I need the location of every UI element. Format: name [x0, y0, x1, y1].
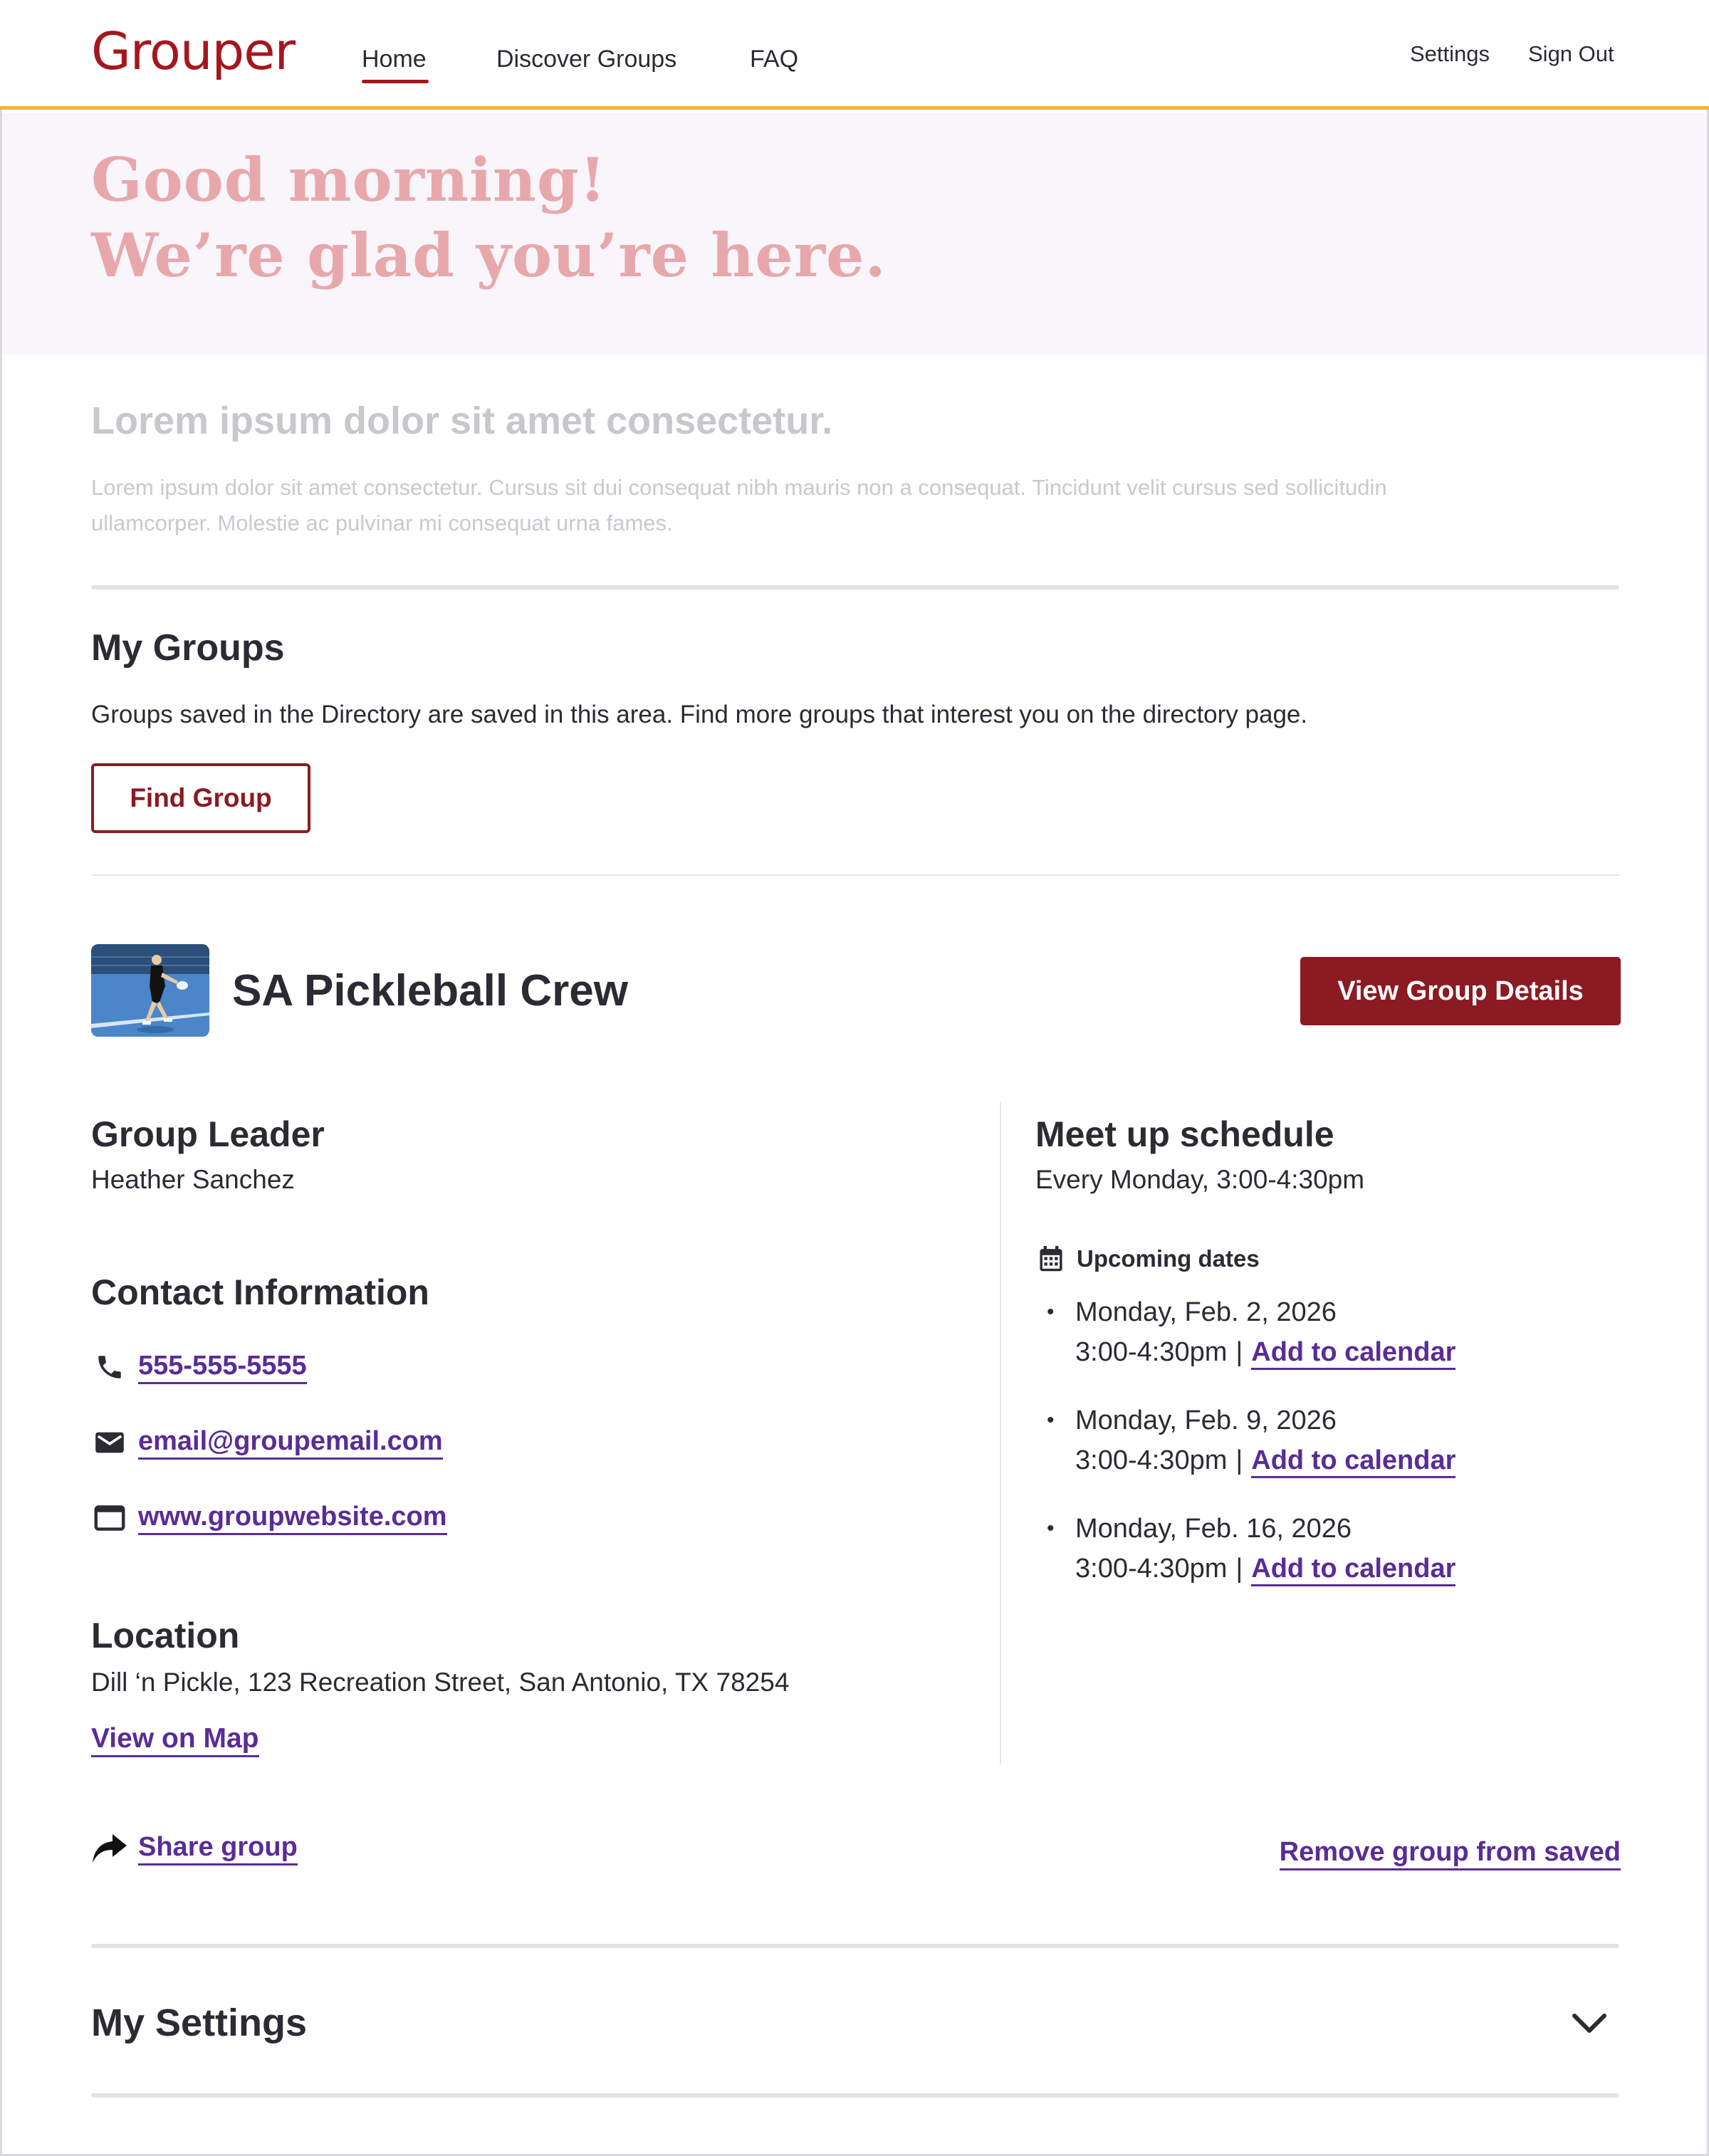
email-icon: [91, 1424, 128, 1461]
website-link[interactable]: www.groupwebsite.com: [138, 1502, 447, 1535]
group-leader-heading: Group Leader: [91, 1114, 325, 1154]
bullet: •: [1047, 1300, 1055, 1324]
section-divider: [91, 1944, 1619, 1948]
group-name: SA Pickleball Crew: [232, 966, 628, 1015]
intro-body: Lorem ipsum dolor sit amet consectetur. …: [91, 475, 1387, 535]
add-to-calendar-link[interactable]: Add to calendar: [1251, 1445, 1456, 1478]
date-separator: |: [1235, 1445, 1243, 1475]
nav-discover-groups[interactable]: Discover Groups: [496, 46, 676, 73]
top-navigation-bar: Grouper Home Discover Groups FAQ Setting…: [0, 0, 1709, 110]
sign-out-link[interactable]: Sign Out: [1528, 41, 1614, 67]
add-to-calendar-link[interactable]: Add to calendar: [1251, 1554, 1456, 1586]
date-day: Monday, Feb. 9, 2026: [1075, 1406, 1337, 1435]
location-heading: Location: [91, 1616, 240, 1655]
upcoming-dates-label-row: Upcoming dates: [1035, 1243, 1260, 1275]
remove-group-link[interactable]: Remove group from saved: [1279, 1837, 1621, 1870]
column-divider: [1000, 1102, 1001, 1764]
date-day: Monday, Feb. 2, 2026: [1075, 1297, 1337, 1327]
date-time-row: 3:00-4:30pm | Add to calendar: [1075, 1554, 1456, 1586]
website-row: www.groupwebsite.com: [91, 1497, 447, 1539]
settings-link[interactable]: Settings: [1410, 41, 1490, 67]
bullet: •: [1047, 1517, 1055, 1540]
browser-window-icon: [91, 1500, 128, 1537]
date-time-row: 3:00-4:30pm | Add to calendar: [1075, 1337, 1456, 1370]
phone-row: 555-555-5555: [91, 1346, 307, 1388]
intro-title: Lorem ipsum dolor sit amet consectetur.: [91, 399, 833, 442]
date-time: 3:00-4:30pm: [1075, 1445, 1228, 1475]
location-address: Dill ‘n Pickle, 123 Recreation Street, S…: [91, 1668, 790, 1697]
contact-information-heading: Contact Information: [91, 1272, 429, 1312]
date-separator: |: [1235, 1554, 1243, 1584]
my-groups-description: Groups saved in the Directory are saved …: [91, 701, 1308, 728]
bullet: •: [1047, 1408, 1055, 1432]
email-row: email@groupemail.com: [91, 1421, 443, 1464]
date-time-row: 3:00-4:30pm | Add to calendar: [1075, 1445, 1456, 1478]
group-divider: [91, 874, 1619, 876]
welcome-subheading: We’re glad you’re here.: [91, 220, 887, 291]
calendar-icon: [1035, 1243, 1067, 1275]
share-arrow-icon[interactable]: [91, 1830, 128, 1867]
group-thumbnail[interactable]: [91, 944, 209, 1037]
view-on-map-link[interactable]: View on Map: [91, 1723, 259, 1757]
my-settings-heading[interactable]: My Settings: [91, 2001, 307, 2045]
meetup-schedule-text: Every Monday, 3:00-4:30pm: [1035, 1165, 1365, 1194]
date-separator: |: [1235, 1337, 1243, 1367]
my-groups-heading: My Groups: [91, 627, 285, 669]
share-group-link[interactable]: Share group: [138, 1832, 298, 1865]
active-nav-indicator: [362, 80, 429, 83]
view-group-details-button[interactable]: View Group Details: [1300, 957, 1621, 1025]
greeting-heading: Good morning!: [91, 145, 607, 215]
email-link[interactable]: email@groupemail.com: [138, 1426, 443, 1460]
date-day: Monday, Feb. 16, 2026: [1075, 1514, 1352, 1544]
add-to-calendar-link[interactable]: Add to calendar: [1251, 1337, 1456, 1370]
section-divider: [91, 585, 1619, 590]
section-divider: [91, 2093, 1619, 2098]
welcome-banner: Good morning! We’re glad you’re here.: [2, 113, 1707, 355]
phone-link[interactable]: 555-555-5555: [138, 1351, 307, 1384]
date-time: 3:00-4:30pm: [1075, 1337, 1228, 1367]
chevron-down-icon[interactable]: [1568, 2002, 1611, 2045]
share-group-row: Share group: [91, 1827, 298, 1870]
nav-faq[interactable]: FAQ: [750, 46, 798, 73]
grouper-logo[interactable]: Grouper: [91, 21, 296, 81]
upcoming-dates-label: Upcoming dates: [1077, 1245, 1260, 1272]
meetup-schedule-heading: Meet up schedule: [1035, 1114, 1334, 1154]
find-group-button[interactable]: Find Group: [91, 763, 310, 833]
group-leader-name: Heather Sanchez: [91, 1165, 295, 1194]
nav-home[interactable]: Home: [362, 46, 427, 73]
phone-icon: [91, 1349, 128, 1386]
date-time: 3:00-4:30pm: [1075, 1554, 1228, 1584]
